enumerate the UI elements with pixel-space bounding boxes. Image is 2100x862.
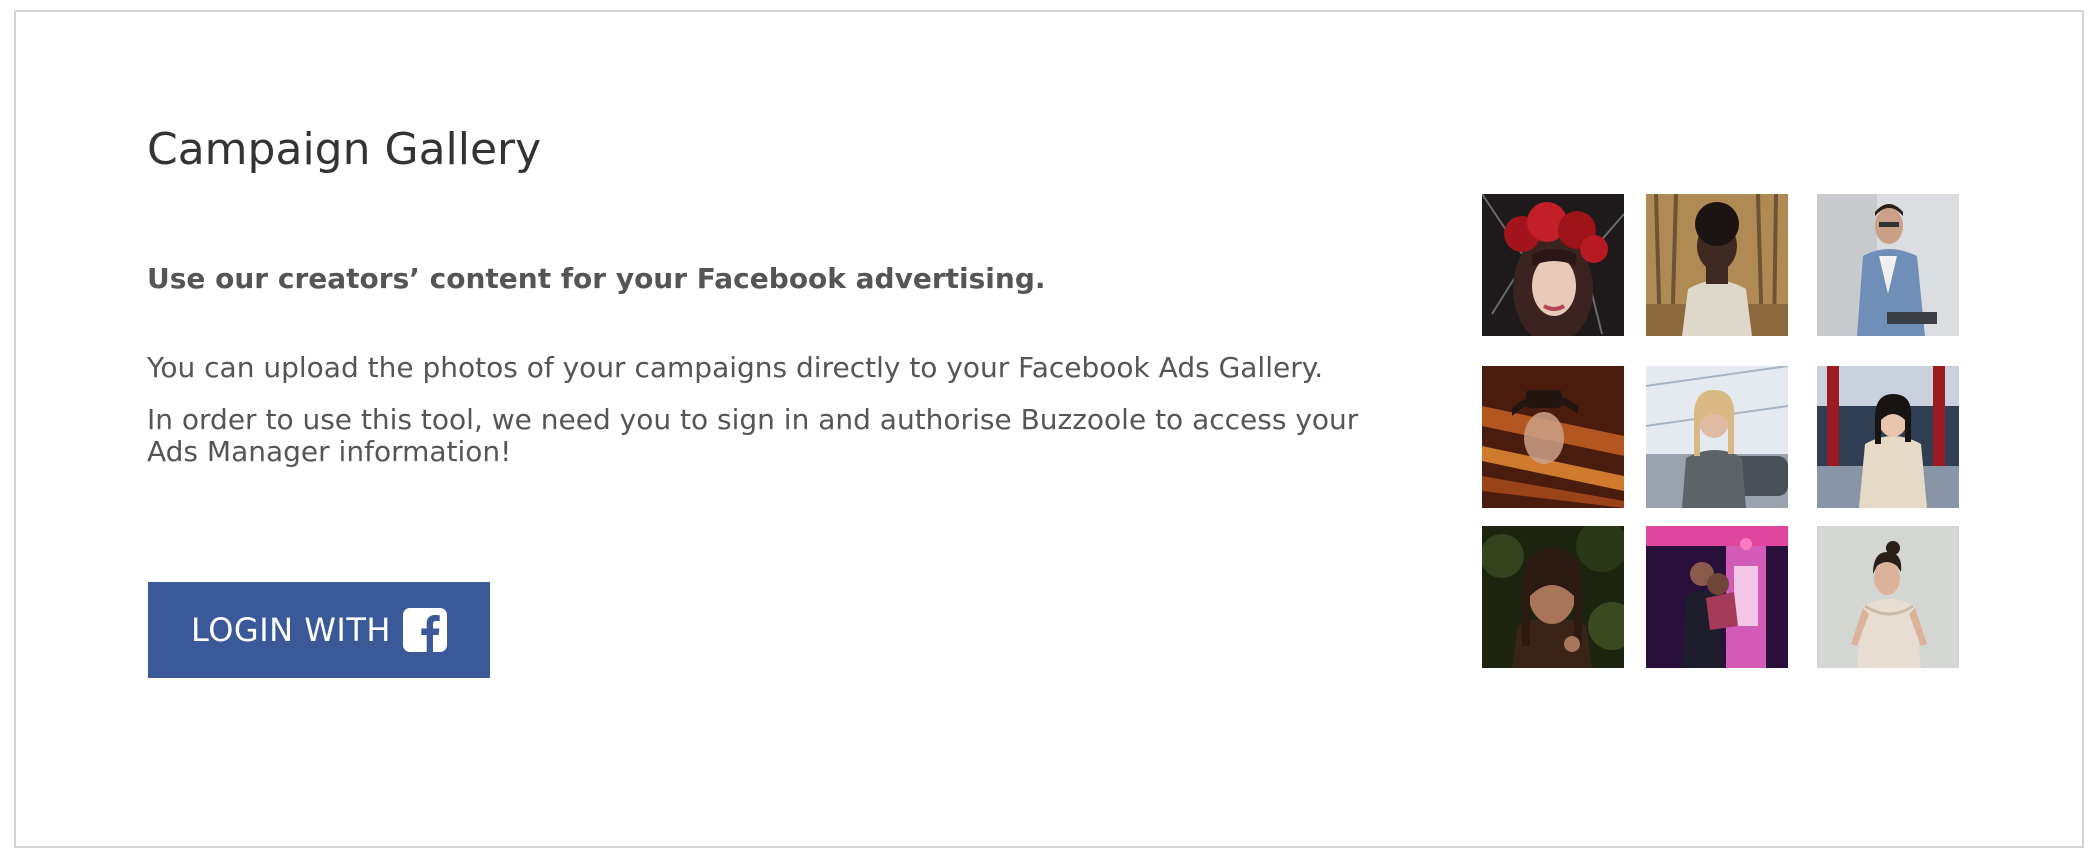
- gallery-photo-4[interactable]: [1482, 366, 1624, 508]
- photo-3-image: [1817, 194, 1959, 336]
- campaign-gallery-card: Campaign Gallery Use our creators’ conte…: [14, 10, 2084, 848]
- login-with-facebook-button[interactable]: LOGIN WITH: [148, 582, 490, 678]
- lead-text: Use our creators’ content for your Faceb…: [147, 262, 1046, 295]
- gallery-photo-8[interactable]: [1646, 526, 1788, 668]
- gallery-photo-3[interactable]: [1817, 194, 1959, 336]
- gallery-photo-1[interactable]: [1482, 194, 1624, 336]
- photo-4-image: [1482, 366, 1624, 508]
- photo-2-image: [1646, 194, 1788, 336]
- page-title: Campaign Gallery: [147, 124, 542, 175]
- photo-8-image: [1646, 526, 1788, 668]
- description-upload: You can upload the photos of your campai…: [147, 351, 1324, 384]
- gallery-photo-6[interactable]: [1817, 366, 1959, 508]
- photo-5-image: [1646, 366, 1788, 508]
- photo-9-image: [1817, 526, 1959, 668]
- login-button-label: LOGIN WITH: [191, 611, 391, 649]
- facebook-icon: [402, 608, 447, 652]
- description-authorise: In order to use this tool, we need you t…: [147, 403, 1359, 468]
- gallery-photo-9[interactable]: [1817, 526, 1959, 668]
- photo-6-image: [1817, 366, 1959, 508]
- photo-7-image: [1482, 526, 1624, 668]
- photo-gallery: [1482, 194, 1962, 670]
- photo-1-image: [1482, 194, 1624, 336]
- gallery-photo-7[interactable]: [1482, 526, 1624, 668]
- gallery-photo-2[interactable]: [1646, 194, 1788, 336]
- gallery-photo-5[interactable]: [1646, 366, 1788, 508]
